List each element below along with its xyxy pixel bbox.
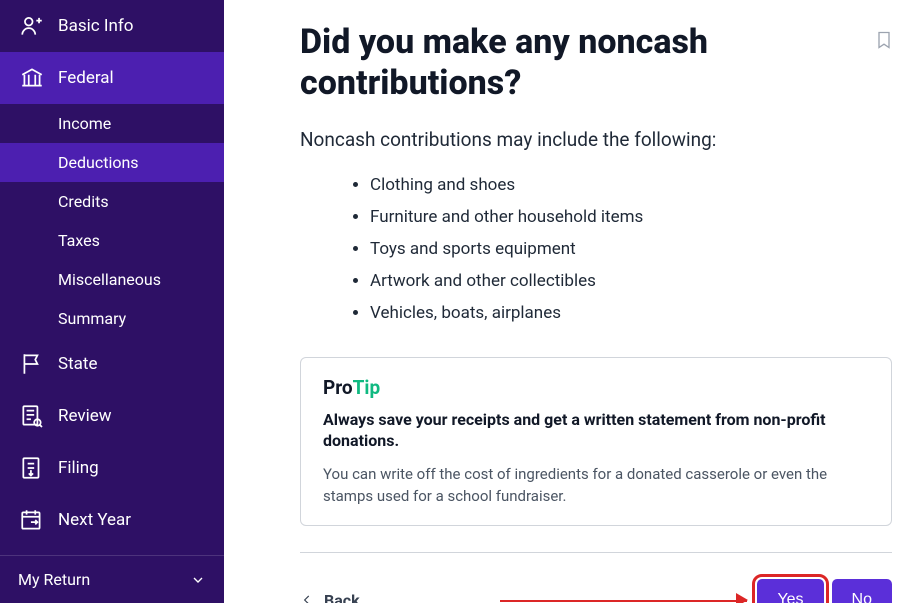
highlight-arrow xyxy=(500,590,748,603)
sidebar-item-label: Next Year xyxy=(58,510,131,530)
subitem-miscellaneous[interactable]: Miscellaneous xyxy=(0,260,224,299)
list-item: Toys and sports equipment xyxy=(370,233,892,265)
subitem-label: Miscellaneous xyxy=(58,270,161,289)
sidebar-item-filing[interactable]: Filing xyxy=(0,442,224,494)
sidebar-item-label: Review xyxy=(58,406,112,426)
section-divider xyxy=(300,552,892,553)
review-icon xyxy=(18,402,46,430)
my-return-label: My Return xyxy=(18,570,90,589)
subitem-label: Summary xyxy=(58,309,126,328)
protip-body: You can write off the cost of ingredient… xyxy=(323,464,869,508)
federal-subsection: Income Deductions Credits Taxes Miscella… xyxy=(0,104,224,338)
protip-pro: Pro xyxy=(323,376,353,399)
main-content: Did you make any noncash contributions? … xyxy=(224,0,922,603)
sidebar-item-label: Filing xyxy=(58,458,99,478)
flag-icon xyxy=(18,350,46,378)
actions-row: Back Yes No xyxy=(300,579,892,603)
subitem-deductions[interactable]: Deductions xyxy=(0,143,224,182)
no-button[interactable]: No xyxy=(832,579,892,603)
sidebar-item-label: State xyxy=(58,354,97,374)
subitem-income[interactable]: Income xyxy=(0,104,224,143)
sidebar: Basic Info Federal Income Deductions Cre… xyxy=(0,0,224,603)
back-label: Back xyxy=(324,591,360,603)
yes-button[interactable]: Yes xyxy=(757,579,823,603)
subitem-label: Income xyxy=(58,114,111,133)
chevron-left-icon xyxy=(300,591,314,603)
list-item: Furniture and other household items xyxy=(370,201,892,233)
list-item: Vehicles, boats, airplanes xyxy=(370,297,892,329)
sidebar-item-state[interactable]: State xyxy=(0,338,224,390)
protip-heading: ProTip xyxy=(323,376,869,399)
protip-tip: Tip xyxy=(353,376,381,399)
bookmark-button[interactable] xyxy=(874,28,894,52)
sidebar-item-basic-info[interactable]: Basic Info xyxy=(0,0,224,52)
arrow-line xyxy=(500,600,748,602)
back-button[interactable]: Back xyxy=(300,591,360,603)
user-icon xyxy=(18,12,46,40)
contribution-list: Clothing and shoes Furniture and other h… xyxy=(300,169,892,329)
sidebar-spacer xyxy=(0,546,224,555)
bookmark-icon xyxy=(874,28,894,52)
subitem-taxes[interactable]: Taxes xyxy=(0,221,224,260)
lead-text: Noncash contributions may include the fo… xyxy=(300,128,892,151)
subitem-credits[interactable]: Credits xyxy=(0,182,224,221)
my-return-toggle[interactable]: My Return xyxy=(0,556,224,603)
protip-card: ProTip Always save your receipts and get… xyxy=(300,357,892,527)
subitem-label: Credits xyxy=(58,192,109,211)
arrow-head-icon xyxy=(736,593,748,603)
sidebar-item-next-year[interactable]: Next Year xyxy=(0,494,224,546)
subitem-label: Deductions xyxy=(58,153,139,172)
sidebar-item-federal[interactable]: Federal xyxy=(0,52,224,104)
filing-icon xyxy=(18,454,46,482)
list-item: Artwork and other collectibles xyxy=(370,265,892,297)
page-title: Did you make any noncash contributions? xyxy=(300,22,860,104)
chevron-down-icon xyxy=(190,572,206,588)
government-icon xyxy=(18,64,46,92)
list-item: Clothing and shoes xyxy=(370,169,892,201)
subitem-label: Taxes xyxy=(58,231,100,250)
sidebar-item-label: Federal xyxy=(58,68,114,88)
yes-no-group: Yes No xyxy=(757,579,892,603)
sidebar-item-review[interactable]: Review xyxy=(0,390,224,442)
sidebar-item-label: Basic Info xyxy=(58,16,133,36)
calendar-forward-icon xyxy=(18,506,46,534)
subitem-summary[interactable]: Summary xyxy=(0,299,224,338)
protip-strong: Always save your receipts and get a writ… xyxy=(323,409,869,452)
